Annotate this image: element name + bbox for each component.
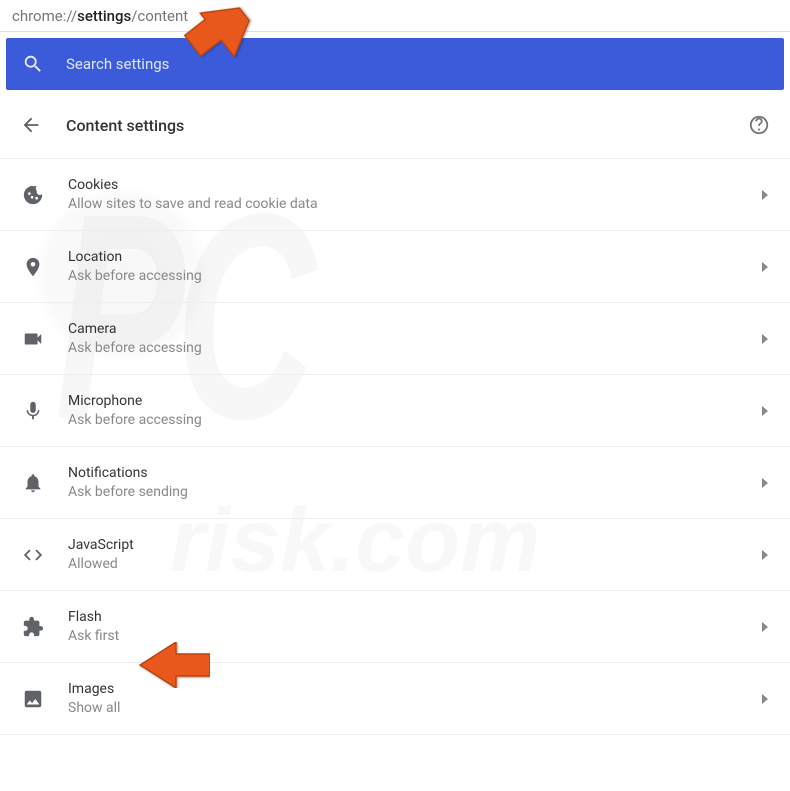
chevron-right-icon	[760, 694, 770, 704]
setting-row-microphone[interactable]: Microphone Ask before accessing	[0, 375, 790, 447]
page-title: Content settings	[66, 116, 748, 135]
cookie-icon	[20, 182, 46, 208]
chevron-right-icon	[760, 478, 770, 488]
puzzle-icon	[20, 614, 46, 640]
setting-row-location[interactable]: Location Ask before accessing	[0, 231, 790, 303]
setting-text: Images Show all	[68, 681, 760, 716]
help-icon[interactable]	[748, 114, 770, 136]
microphone-icon	[20, 398, 46, 424]
setting-label: Microphone	[68, 393, 760, 409]
chevron-right-icon	[760, 334, 770, 344]
setting-label: Images	[68, 681, 760, 697]
setting-text: Microphone Ask before accessing	[68, 393, 760, 428]
settings-list: Cookies Allow sites to save and read cook…	[0, 158, 790, 735]
setting-row-flash[interactable]: Flash Ask first	[0, 591, 790, 663]
setting-label: Location	[68, 249, 760, 265]
setting-label: Notifications	[68, 465, 760, 481]
setting-text: Cookies Allow sites to save and read cook…	[68, 177, 760, 212]
setting-row-images[interactable]: Images Show all	[0, 663, 790, 735]
setting-sublabel: Allowed	[68, 556, 760, 572]
setting-label: Camera	[68, 321, 760, 337]
setting-sublabel: Show all	[68, 700, 760, 716]
location-icon	[20, 254, 46, 280]
chevron-right-icon	[760, 550, 770, 560]
url-suffix: /content	[131, 7, 188, 25]
code-icon	[20, 542, 46, 568]
setting-row-notifications[interactable]: Notifications Ask before sending	[0, 447, 790, 519]
setting-sublabel: Ask first	[68, 628, 760, 644]
setting-text: Notifications Ask before sending	[68, 465, 760, 500]
chevron-right-icon	[760, 406, 770, 416]
chevron-right-icon	[760, 262, 770, 272]
setting-sublabel: Ask before accessing	[68, 268, 760, 284]
setting-sublabel: Ask before accessing	[68, 340, 760, 356]
search-icon	[22, 53, 44, 75]
setting-label: Flash	[68, 609, 760, 625]
setting-row-javascript[interactable]: JavaScript Allowed	[0, 519, 790, 591]
image-icon	[20, 686, 46, 712]
setting-text: Camera Ask before accessing	[68, 321, 760, 356]
address-bar[interactable]: chrome://settings/content	[0, 0, 790, 32]
setting-text: Flash Ask first	[68, 609, 760, 644]
chevron-right-icon	[760, 622, 770, 632]
camera-icon	[20, 326, 46, 352]
setting-text: JavaScript Allowed	[68, 537, 760, 572]
back-arrow-icon[interactable]	[20, 114, 42, 136]
url-bold: settings	[77, 7, 131, 25]
search-input[interactable]	[66, 55, 768, 73]
setting-sublabel: Ask before sending	[68, 484, 760, 500]
bell-icon	[20, 470, 46, 496]
setting-text: Location Ask before accessing	[68, 249, 760, 284]
url-prefix: chrome://	[12, 7, 77, 25]
search-banner[interactable]	[6, 38, 784, 90]
setting-row-camera[interactable]: Camera Ask before accessing	[0, 303, 790, 375]
setting-label: JavaScript	[68, 537, 760, 553]
setting-sublabel: Allow sites to save and read cookie data	[68, 196, 760, 212]
setting-label: Cookies	[68, 177, 760, 193]
setting-sublabel: Ask before accessing	[68, 412, 760, 428]
page-header: Content settings	[0, 96, 790, 158]
chevron-right-icon	[760, 190, 770, 200]
setting-row-cookies[interactable]: Cookies Allow sites to save and read cook…	[0, 159, 790, 231]
